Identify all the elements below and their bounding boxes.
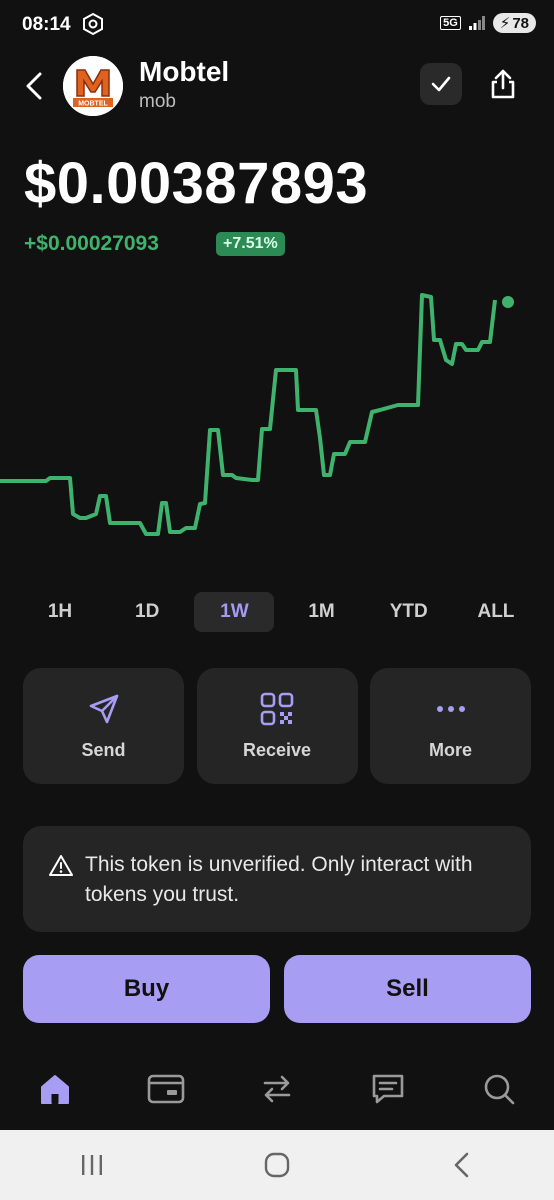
range-tab-ytd[interactable]: YTD [369, 592, 449, 632]
recent-apps-button[interactable] [62, 1140, 122, 1190]
action-buttons: Send Receive More [23, 668, 531, 784]
more-label: More [428, 739, 472, 760]
share-icon [491, 69, 515, 99]
search-icon [484, 1074, 514, 1105]
range-tab-1h[interactable]: 1H [20, 592, 100, 632]
time-range-selector: 1H 1D 1W 1M YTD ALL [20, 592, 536, 632]
status-bar: 08:14 5G ⚡ 78 [0, 0, 554, 50]
chat-icon [372, 1074, 404, 1104]
bottom-navigation [0, 1058, 554, 1120]
status-right: 5G ⚡ 78 [440, 13, 536, 33]
share-button[interactable] [482, 63, 524, 105]
price-change-absolute: +$0.00027093 [24, 232, 159, 255]
home-system-button[interactable] [247, 1140, 307, 1190]
check-icon [431, 76, 451, 92]
range-tab-1w[interactable]: 1W [194, 592, 275, 632]
home-icon [41, 1075, 70, 1104]
warning-text: This token is unverified. Only interact … [85, 853, 473, 906]
app-notification-icon [83, 13, 103, 35]
back-arrow-icon[interactable] [22, 66, 50, 106]
battery-indicator: ⚡ 78 [492, 13, 536, 33]
nav-swap[interactable] [252, 1064, 302, 1114]
current-price-dot [502, 296, 514, 308]
range-tab-1d[interactable]: 1D [107, 592, 187, 632]
send-icon [89, 694, 118, 723]
system-navigation-bar [0, 1130, 554, 1200]
mobtel-logo-icon: MOBTEL [63, 56, 123, 116]
status-time: 08:14 [22, 14, 71, 35]
token-symbol: mob [139, 91, 176, 112]
battery-bolt-icon: ⚡ [499, 15, 511, 32]
swap-icon [263, 1075, 291, 1103]
nav-wallet[interactable] [141, 1064, 191, 1114]
warning-triangle-icon [49, 855, 73, 876]
recent-apps-icon [82, 1155, 103, 1175]
more-button[interactable]: More [370, 668, 531, 784]
watchlist-check-button[interactable] [420, 63, 462, 105]
more-dots-icon [436, 705, 465, 712]
sell-button[interactable]: Sell [284, 955, 531, 1023]
price-line [0, 293, 497, 536]
back-system-button[interactable] [432, 1140, 492, 1190]
price-chart[interactable] [0, 282, 554, 552]
buy-button[interactable]: Buy [23, 955, 270, 1023]
price-change-percent-badge: +7.51% [216, 232, 285, 256]
signal-icon [468, 16, 485, 30]
receive-label: Receive [242, 739, 312, 760]
token-price: $0.00387893 [24, 151, 369, 216]
nav-search[interactable] [474, 1064, 524, 1114]
receive-button[interactable]: Receive [196, 668, 358, 784]
logo-text: MOBTEL [78, 101, 108, 108]
wallet-icon [147, 1074, 185, 1104]
battery-level: 78 [512, 14, 529, 32]
nav-chat[interactable] [363, 1064, 413, 1114]
token-logo: MOBTEL [63, 56, 123, 116]
range-tab-1m[interactable]: 1M [282, 592, 362, 632]
qr-code-icon [260, 692, 294, 725]
token-name: Mobtel [139, 56, 230, 87]
back-chevron-icon [454, 1152, 468, 1178]
unverified-warning: This token is unverified. Only interact … [23, 826, 531, 932]
send-button[interactable]: Send [23, 668, 184, 784]
network-label: 5G [440, 16, 461, 30]
range-tab-all[interactable]: ALL [456, 592, 536, 632]
home-circle-icon [264, 1152, 290, 1178]
nav-home[interactable] [30, 1064, 80, 1114]
send-label: Send [81, 739, 126, 760]
